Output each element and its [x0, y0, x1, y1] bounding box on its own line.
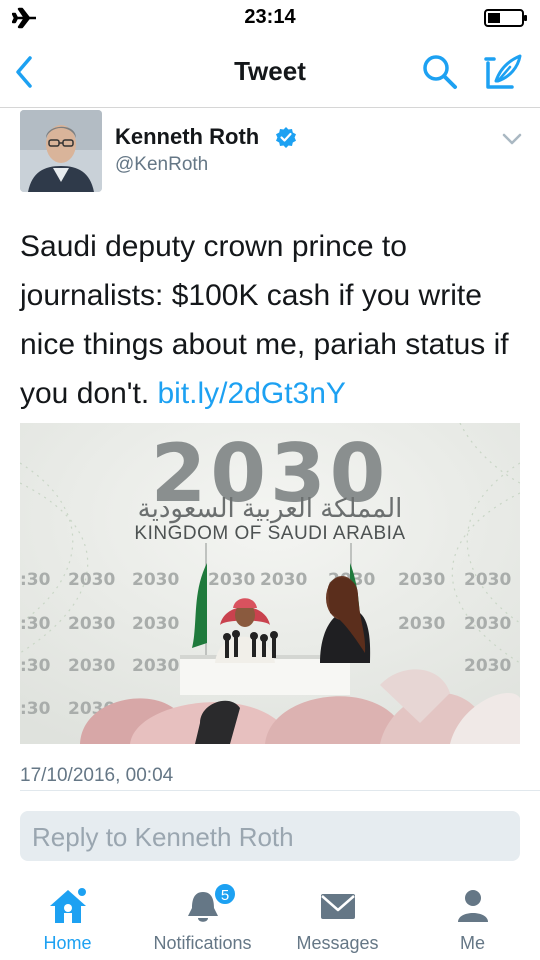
svg-text:2030: 2030: [464, 656, 511, 676]
reply-input[interactable]: Reply to Kenneth Roth: [20, 811, 520, 861]
home-icon: [50, 886, 88, 923]
svg-text::30: :30: [20, 614, 51, 634]
battery-icon: [484, 9, 527, 27]
tab-me[interactable]: Me: [405, 876, 540, 960]
author-handle[interactable]: @KenRoth: [115, 154, 208, 176]
svg-text:2030: 2030: [260, 570, 307, 590]
press-conference-photo: :302030203020302030203020302030 :3020302…: [20, 423, 520, 744]
svg-text:2030: 2030: [398, 614, 445, 634]
svg-text:2030: 2030: [132, 656, 179, 676]
notification-count-badge: 5: [213, 882, 237, 906]
svg-text::30: :30: [20, 570, 51, 590]
tab-label-me: Me: [459, 933, 485, 953]
svg-text:2030: 2030: [68, 570, 115, 590]
divider: [20, 790, 540, 791]
compose-icon[interactable]: [482, 51, 524, 93]
avatar[interactable]: [20, 110, 102, 192]
tab-label-notifications: Notifications: [153, 933, 252, 953]
svg-text:2030: 2030: [398, 570, 445, 590]
tab-label-home: Home: [43, 933, 92, 953]
status-time: 23:14: [244, 6, 296, 28]
tweet-text: Saudi deputy crown prince to journalists…: [20, 222, 525, 418]
reply-placeholder: Reply to Kenneth Roth: [32, 822, 294, 852]
svg-text::30: :30: [20, 699, 51, 719]
status-bar: 23:14: [0, 0, 540, 36]
chevron-down-icon[interactable]: [498, 128, 526, 150]
svg-text:2030: 2030: [464, 614, 511, 634]
svg-text:2030: 2030: [208, 570, 255, 590]
svg-text::30: :30: [20, 656, 51, 676]
verified-badge-icon: [276, 127, 296, 148]
tweet-image[interactable]: :302030203020302030203020302030 :3020302…: [20, 423, 520, 744]
nav-bar: Tweet: [0, 36, 540, 108]
svg-text:2030: 2030: [132, 614, 179, 634]
tweet-link[interactable]: bit.ly/2dGt3nY: [158, 377, 346, 410]
svg-text:2030: 2030: [464, 570, 511, 590]
tab-messages[interactable]: Messages: [270, 876, 405, 960]
avatar-photo: [20, 110, 102, 192]
back-chevron-icon[interactable]: [8, 50, 44, 94]
tab-label-messages: Messages: [296, 933, 379, 953]
tab-home[interactable]: Home: [0, 876, 135, 960]
svg-text:2030: 2030: [68, 656, 115, 676]
svg-text:2030: 2030: [132, 570, 179, 590]
author-name[interactable]: Kenneth Roth: [115, 124, 259, 150]
tab-notifications[interactable]: 5 Notifications: [135, 876, 270, 960]
tweet-timestamp: 17/10/2016, 00:04: [20, 765, 174, 786]
svg-text:2030: 2030: [68, 614, 115, 634]
person-icon: [458, 890, 488, 922]
envelope-icon: [321, 894, 355, 919]
search-icon[interactable]: [420, 52, 460, 92]
tab-bar: Home 5 Notifications Messages Me: [0, 876, 540, 960]
